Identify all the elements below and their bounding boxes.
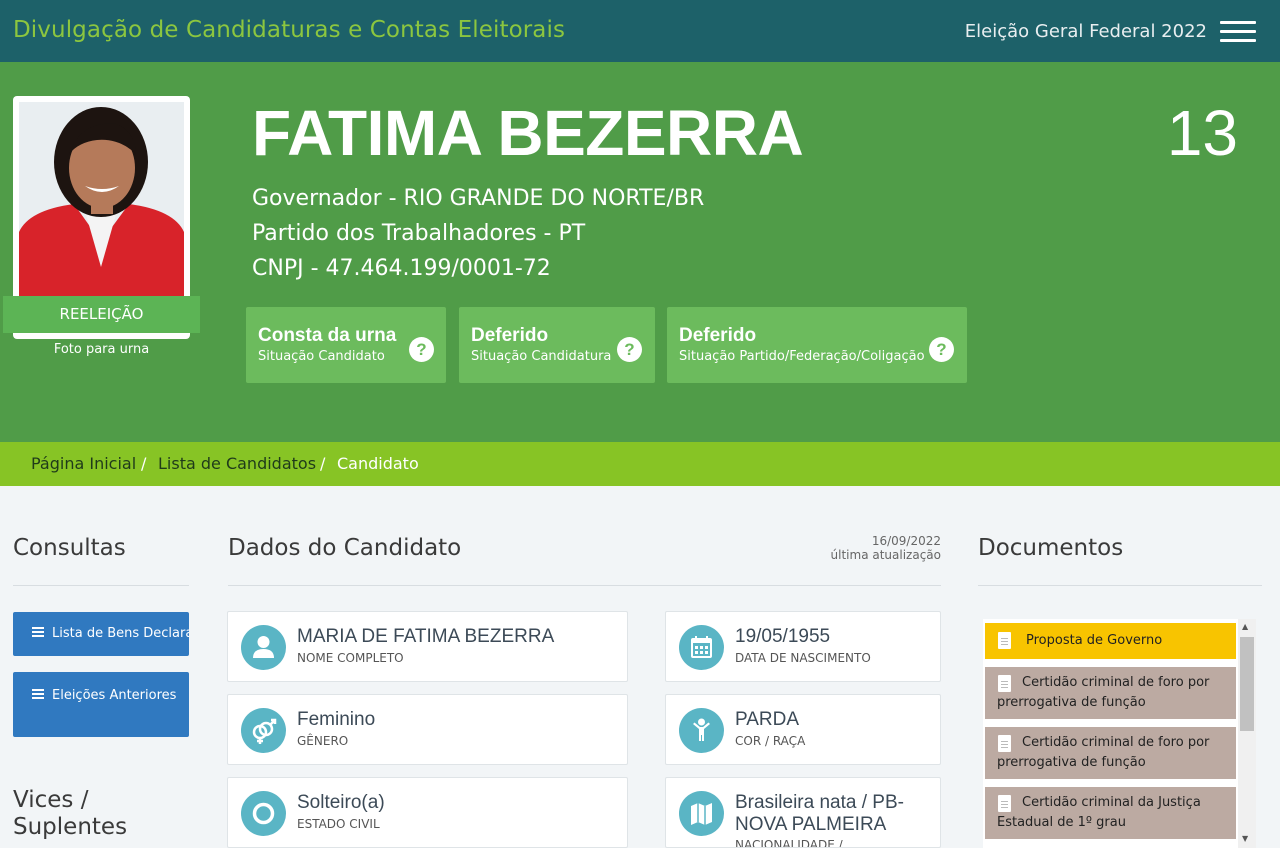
menu-icon[interactable]	[1220, 20, 1256, 44]
field-nacionalidade: Brasileira nata / PB-NOVA PALMEIRA NACIO…	[665, 777, 941, 848]
reelection-badge: REELEIÇÃO	[3, 296, 200, 333]
candidate-number: 13	[1166, 97, 1238, 169]
consultas-title: Consultas	[13, 535, 126, 561]
top-bar: Divulgação de Candidaturas e Contas Elei…	[0, 0, 1280, 62]
scroll-down-icon[interactable]: ▼	[1242, 834, 1248, 843]
button-label: Eleições Anteriores	[52, 688, 177, 703]
update-date-value: 16/09/2022	[871, 534, 941, 548]
field-value: Feminino	[297, 709, 376, 730]
document-item[interactable]: Proposta de Governo	[985, 623, 1236, 659]
field-estado-civil: Solteiro(a) ESTADO CIVIL	[227, 777, 628, 848]
list-icon	[32, 627, 44, 637]
divider	[228, 585, 941, 586]
field-label: COR / RAÇA	[735, 734, 806, 748]
breadcrumb-separator: /	[141, 454, 147, 473]
status-candidatura[interactable]: Deferido Situação Candidatura ?	[459, 307, 655, 383]
help-icon[interactable]: ?	[409, 337, 434, 362]
election-name: Eleição Geral Federal 2022	[964, 21, 1207, 42]
document-label: Proposta de Governo	[1026, 633, 1163, 648]
status-candidato[interactable]: Consta da urna Situação Candidato ?	[246, 307, 446, 383]
breadcrumb-separator: /	[320, 454, 326, 473]
status-partido[interactable]: Deferido Situação Partido/Federação/Coli…	[667, 307, 967, 383]
breadcrumb-list[interactable]: Lista de Candidatos	[158, 454, 316, 473]
site-title[interactable]: Divulgação de Candidaturas e Contas Elei…	[13, 17, 565, 43]
bens-declarados-button[interactable]: Lista de Bens Declarados	[13, 612, 189, 656]
eleicoes-anteriores-button[interactable]: Eleições Anteriores	[13, 672, 189, 737]
field-label: NACIONALIDADE /	[735, 838, 843, 848]
status-value: Deferido	[679, 325, 757, 346]
divider	[978, 585, 1262, 586]
field-cor-raca: PARDA COR / RAÇA	[665, 694, 941, 765]
photo-caption: Foto para urna	[53, 342, 150, 357]
candidate-office: Governador - RIO GRANDE DO NORTE/BR	[252, 186, 705, 211]
field-value: 19/05/1955	[735, 626, 831, 647]
candidate-hero: REELEIÇÃO Foto para urna FATIMA BEZERRA …	[0, 62, 1280, 442]
status-value: Consta da urna	[258, 325, 397, 346]
status-label: Situação Partido/Federação/Coligação	[679, 349, 925, 364]
help-icon[interactable]: ?	[929, 337, 954, 362]
ring-icon	[241, 791, 286, 836]
field-label: GÊNERO	[297, 734, 349, 748]
breadcrumb: Página Inicial / Lista de Candidatos / C…	[0, 442, 1280, 486]
scrollbar-thumb[interactable]	[1240, 637, 1254, 731]
documentos-title: Documentos	[978, 535, 1124, 561]
document-item[interactable]: Certidão criminal de foro por prerrogati…	[985, 667, 1236, 719]
breadcrumb-current: Candidato	[337, 454, 419, 473]
map-icon	[679, 791, 724, 836]
field-data-nascimento: 19/05/1955 DATA DE NASCIMENTO	[665, 611, 941, 682]
documents-list[interactable]: Proposta de Governo Certidão criminal de…	[983, 619, 1256, 848]
field-label: NOME COMPLETO	[297, 651, 404, 665]
button-label: Lista de Bens Declarados	[52, 626, 189, 641]
gender-icon	[241, 708, 286, 753]
candidate-name: FATIMA BEZERRA	[252, 97, 804, 169]
update-date: 16/09/2022 última atualização	[831, 534, 941, 562]
field-value: Solteiro(a)	[297, 792, 385, 813]
help-icon[interactable]: ?	[617, 337, 642, 362]
status-label: Situação Candidato	[258, 349, 385, 364]
update-date-label: última atualização	[830, 548, 941, 562]
candidate-party: Partido dos Trabalhadores - PT	[252, 221, 586, 246]
candidate-cnpj: CNPJ - 47.464.199/0001-72	[252, 256, 551, 281]
field-value: MARIA DE FATIMA BEZERRA	[297, 626, 555, 647]
vices-title: Vices / Suplentes	[13, 787, 128, 840]
document-label: Certidão criminal da Justiça Estadual de…	[997, 795, 1201, 830]
document-label: Certidão criminal de foro por prerrogati…	[997, 675, 1210, 710]
field-nome-completo: MARIA DE FATIMA BEZERRA NOME COMPLETO	[227, 611, 628, 682]
field-label: DATA DE NASCIMENTO	[735, 651, 871, 665]
document-item[interactable]: Certidão criminal da Justiça Estadual de…	[985, 787, 1236, 839]
divider	[13, 585, 189, 586]
status-value: Deferido	[471, 325, 549, 346]
field-label: ESTADO CIVIL	[297, 817, 380, 831]
list-icon	[32, 689, 44, 699]
child-icon	[679, 708, 724, 753]
candidate-photo	[19, 102, 184, 297]
dados-title: Dados do Candidato	[228, 535, 462, 561]
breadcrumb-home[interactable]: Página Inicial	[31, 454, 136, 473]
scroll-up-icon[interactable]: ▲	[1242, 622, 1248, 631]
document-item[interactable]: Certidão criminal de foro por prerrogati…	[985, 727, 1236, 779]
file-icon	[998, 632, 1011, 649]
document-label: Certidão criminal de foro por prerrogati…	[997, 735, 1210, 770]
status-label: Situação Candidatura	[471, 349, 612, 364]
field-genero: Feminino GÊNERO	[227, 694, 628, 765]
person-icon	[241, 625, 286, 670]
calendar-icon	[679, 625, 724, 670]
field-value: Brasileira nata / PB-NOVA PALMEIRA	[735, 792, 904, 835]
field-value: PARDA	[735, 709, 800, 730]
